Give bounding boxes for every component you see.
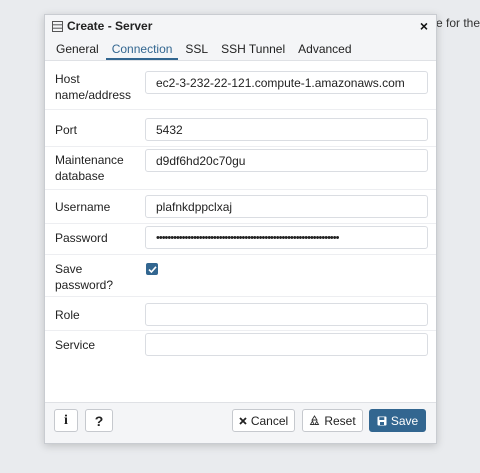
tab-advanced[interactable]: Advanced [292, 42, 357, 60]
dialog-title: Create - Server [67, 19, 153, 33]
divider [45, 109, 436, 110]
tab-ssl[interactable]: SSL [179, 42, 214, 60]
help-button[interactable]: ? [85, 409, 113, 432]
cancel-label: Cancel [250, 413, 289, 428]
reset-label: Reset [324, 413, 356, 428]
divider [45, 189, 436, 190]
save-password-label: Save password? [55, 262, 114, 292]
create-server-dialog: Create - Server × General Connection SSL… [44, 14, 437, 444]
tab-general[interactable]: General [50, 42, 105, 60]
close-icon[interactable]: × [420, 18, 428, 34]
username-input[interactable]: plafnkdppclxaj [145, 195, 428, 218]
username-label: Username [55, 200, 111, 214]
password-label: Password [55, 231, 108, 245]
port-input[interactable]: 5432 [145, 118, 428, 141]
cancel-button[interactable]: Cancel [232, 409, 295, 432]
close-icon [239, 416, 247, 425]
floppy-icon [377, 416, 387, 426]
role-label: Role [55, 308, 80, 322]
host-input[interactable]: ec2-3-232-22-121.compute-1.amazonaws.com [145, 71, 428, 94]
server-icon [52, 20, 63, 32]
tab-bar: General Connection SSL SSH Tunnel Advanc… [45, 37, 436, 61]
dialog-footer: i ? Cancel Reset Save [45, 402, 436, 443]
dialog-titlebar[interactable]: Create - Server × [45, 15, 436, 37]
save-password-checkbox[interactable] [146, 263, 158, 275]
port-label: Port [55, 123, 78, 137]
service-input[interactable] [145, 333, 428, 356]
tab-connection[interactable]: Connection [105, 42, 179, 60]
info-icon: i [64, 412, 68, 428]
recycle-icon [309, 415, 320, 426]
save-button[interactable]: Save [369, 409, 426, 432]
maintenance-db-label: Maintenance database [55, 153, 124, 183]
host-label: Host name/address [55, 72, 132, 102]
divider [45, 254, 436, 255]
divider [45, 296, 436, 297]
check-icon [147, 265, 157, 273]
divider [45, 330, 436, 331]
password-input[interactable]: ••••••••••••••••••••••••••••••••••••••••… [145, 226, 428, 249]
background-text: e for the [436, 16, 480, 30]
divider [45, 223, 436, 224]
info-button[interactable]: i [54, 409, 78, 432]
maintenance-db-input[interactable]: d9df6hd20c70gu [145, 149, 428, 172]
reset-button[interactable]: Reset [302, 409, 363, 432]
service-label: Service [55, 338, 96, 352]
role-input[interactable] [145, 303, 428, 326]
save-label: Save [390, 413, 419, 428]
help-icon: ? [94, 412, 104, 429]
divider [45, 146, 436, 147]
tab-ssh-tunnel[interactable]: SSH Tunnel [215, 42, 291, 60]
